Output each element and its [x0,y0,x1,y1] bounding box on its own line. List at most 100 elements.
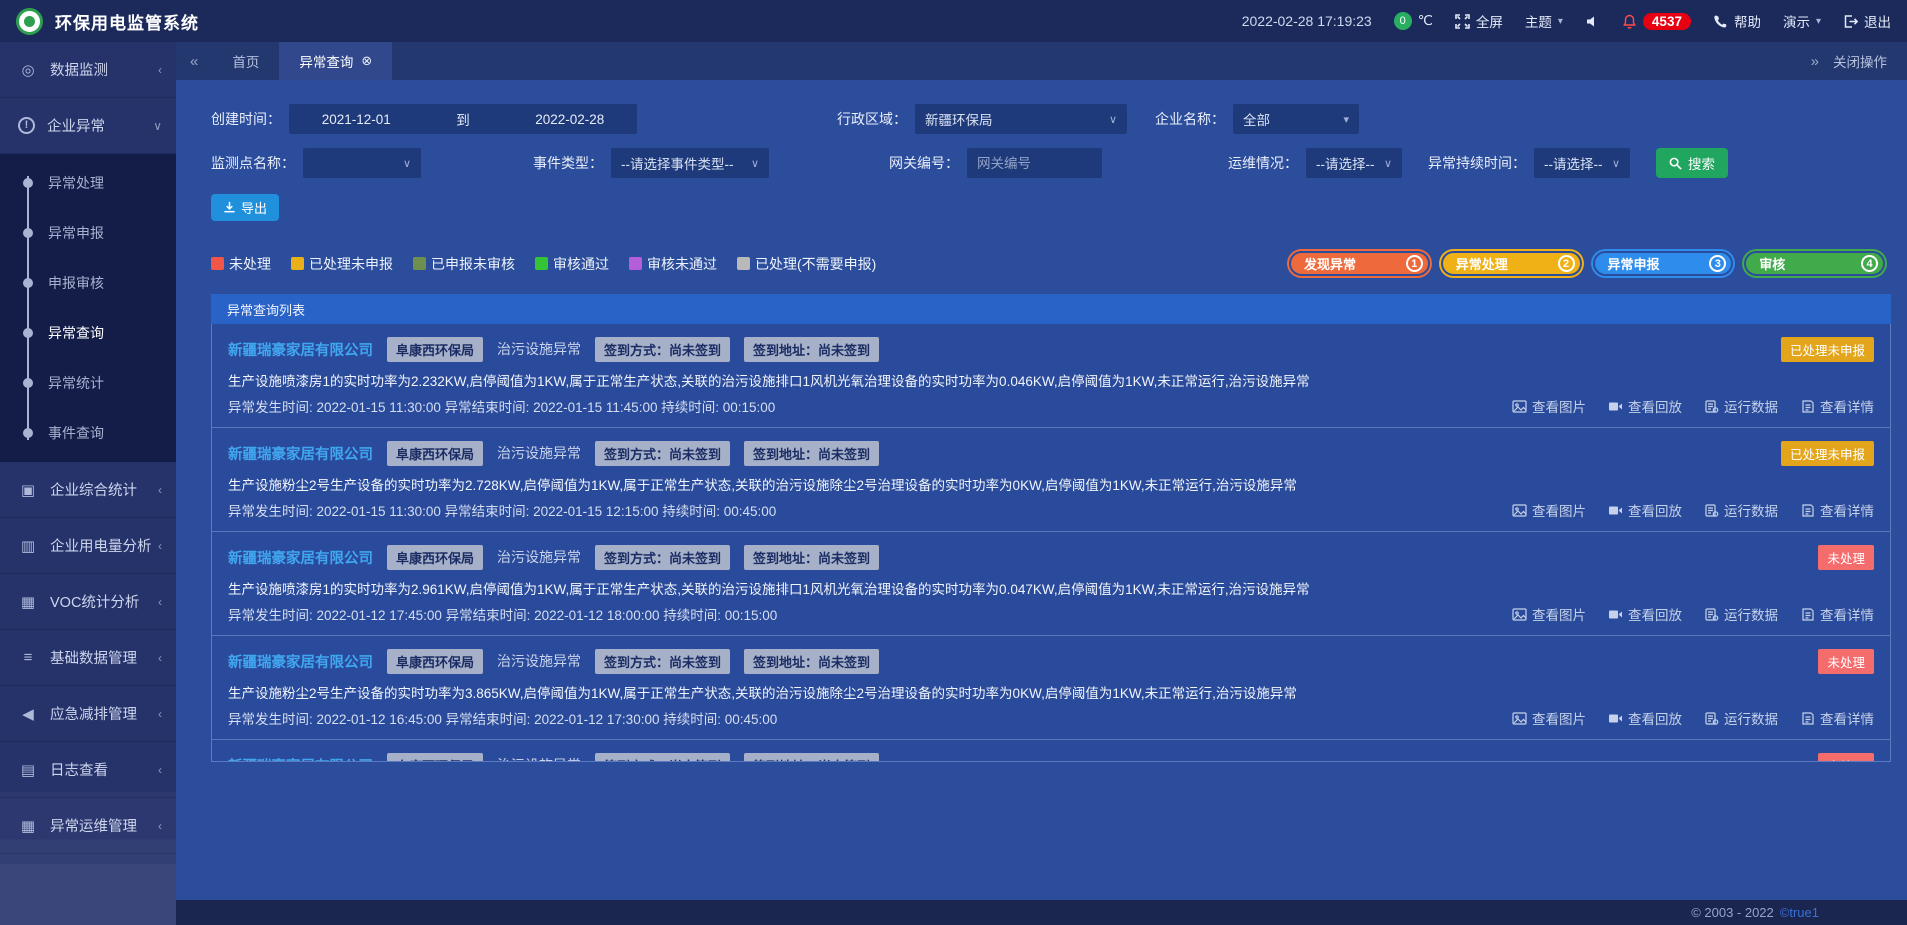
notification-count-badge: 4537 [1643,13,1691,30]
tabs-scroll-left-icon[interactable]: « [176,53,212,70]
temperature: 0 ℃ [1394,12,1433,30]
view-detail-link[interactable]: 查看详情 [1800,604,1874,624]
sidebar-subitem-abnormal-query[interactable]: 异常查询 [0,308,176,358]
chevron-down-icon: ∨ [1612,157,1620,170]
monitor-point-select[interactable]: ∨ [303,148,421,178]
ops-status-select[interactable]: --请选择-- ∨ [1306,148,1402,178]
workflow-step-declare: 异常申报3 [1591,249,1736,278]
sidebar-subitem-abnormal-handle[interactable]: 异常处理 [0,158,176,208]
view-detail-link[interactable]: 查看详情 [1800,500,1874,520]
sign-address-badge: 签到地址：尚未签到 [744,753,879,763]
sidebar-item-emergency[interactable]: ◀ 应急减排管理 ‹ [0,686,176,742]
sidebar: ◎ 数据监测 ‹ ! 企业异常 ∨ 异常处理 异常申报 申报审核 异常查询 异常… [0,42,176,925]
event-type-text: 治污设施异常 [497,651,581,671]
event-type-select[interactable]: --请选择事件类型-- ∨ [611,148,769,178]
view-replay-link[interactable]: 查看回放 [1608,396,1682,416]
workflow-step-number: 4 [1861,255,1878,272]
sidebar-item-logs[interactable]: ▤ 日志查看 ‹ [0,742,176,798]
logout-button[interactable]: 退出 [1843,11,1891,31]
sidebar-subitem-declare-review[interactable]: 申报审核 [0,258,176,308]
run-data-link[interactable]: 运行数据 [1704,604,1778,624]
date-range-picker[interactable]: 2021-12-01 到 2022-02-28 [289,104,637,134]
sidebar-item-abnormal-ops[interactable]: ▦ 异常运维管理 ‹ [0,798,176,854]
legend-item: 审核未通过 [629,254,717,274]
duration-label: 异常持续时间： [1428,153,1526,173]
monitor-point-label: 监测点名称： [211,153,295,173]
ops-status-label: 运维情况： [1228,153,1298,173]
detail-icon [1800,608,1815,621]
sound-button[interactable] [1585,14,1600,29]
date-to-value[interactable]: 2022-02-28 [535,112,604,127]
sidebar-item-voc-stats[interactable]: ▦ VOC统计分析 ‹ [0,574,176,630]
help-button[interactable]: 帮助 [1713,11,1761,31]
date-from-value[interactable]: 2021-12-01 [322,112,391,127]
event-type-value: --请选择事件类型-- [621,153,733,173]
temperature-badge: 0 [1394,12,1412,30]
legend-swatch [535,257,548,270]
video-icon [1608,608,1623,621]
tab-home[interactable]: 首页 [212,42,279,80]
sidebar-subitem-abnormal-declare[interactable]: 异常申报 [0,208,176,258]
sign-address-badge: 签到地址：尚未签到 [744,337,879,362]
demo-menu[interactable]: 演示 ▾ [1783,11,1821,31]
legend-item: 审核通过 [535,254,609,274]
view-replay-link[interactable]: 查看回放 [1608,604,1682,624]
tab-abnormal-query[interactable]: 异常查询 ⊗ [279,42,392,80]
sidebar-subitem-abnormal-stats[interactable]: 异常统计 [0,358,176,408]
view-detail-link[interactable]: 查看详情 [1800,708,1874,728]
date-to-label: 到 [456,109,470,129]
notifications[interactable]: 4537 [1622,13,1691,30]
gauge-icon: ◎ [18,61,38,79]
search-button[interactable]: 搜索 [1656,148,1728,178]
tabs-scroll-right-icon[interactable]: » [1797,53,1833,70]
sidebar-item-company-abnormal[interactable]: ! 企业异常 ∨ [0,98,176,154]
sidebar-item-power-analysis[interactable]: ▥ 企业用电量分析 ‹ [0,518,176,574]
sidebar-item-label: 企业综合统计 [50,479,137,500]
run-data-link[interactable]: 运行数据 [1704,500,1778,520]
export-button[interactable]: 导出 [211,194,279,221]
sign-address-badge: 签到地址：尚未签到 [744,441,879,466]
view-replay-link[interactable]: 查看回放 [1608,500,1682,520]
close-icon[interactable]: ⊗ [361,53,372,69]
sidebar-item-base-data[interactable]: ≡ 基础数据管理 ‹ [0,630,176,686]
run-data-link[interactable]: 运行数据 [1704,396,1778,416]
company-link[interactable]: 新疆瑞豪家居有限公司 [228,547,373,568]
view-image-link[interactable]: 查看图片 [1512,500,1586,520]
workflow-step-label: 异常处理 [1456,254,1508,273]
sidebar-item-data-monitoring[interactable]: ◎ 数据监测 ‹ [0,42,176,98]
close-operations-menu[interactable]: 关闭操作 [1833,51,1887,71]
brand-link[interactable]: ©true1 [1780,905,1819,920]
theme-menu[interactable]: 主题 ▾ [1525,11,1563,31]
gateway-input[interactable] [967,148,1102,178]
bureau-badge: 阜康西环保局 [387,337,483,362]
fullscreen-button[interactable]: 全屏 [1455,11,1503,31]
company-link[interactable]: 新疆瑞豪家居有限公司 [228,339,373,360]
company-link[interactable]: 新疆瑞豪家居有限公司 [228,443,373,464]
sidebar-item-company-stats[interactable]: ▣ 企业综合统计 ‹ [0,462,176,518]
company-link[interactable]: 新疆瑞豪家居有限公司 [228,755,373,763]
region-select[interactable]: 新疆环保局 ∨ [915,104,1127,134]
view-replay-link[interactable]: 查看回放 [1608,708,1682,728]
event-type-text: 治污设施异常 [497,547,581,567]
status-badge: 已处理未申报 [1781,441,1874,466]
ops-status-value: --请选择-- [1316,153,1374,173]
legend-swatch [413,257,426,270]
list-item: 新疆瑞豪家居有限公司 阜康西环保局 治污设施异常 签到方式：尚未签到 签到地址：… [212,739,1890,762]
view-image-link[interactable]: 查看图片 [1512,396,1586,416]
event-type-text: 治污设施异常 [497,339,581,359]
view-image-link[interactable]: 查看图片 [1512,708,1586,728]
status-legend: 未处理 已处理未申报 已申报未审核 审核通过 审核未通过 已处理(不需要申报) [211,254,876,274]
run-data-link[interactable]: 运行数据 [1704,708,1778,728]
tab-label: 首页 [232,51,259,71]
view-image-link[interactable]: 查看图片 [1512,604,1586,624]
company-link[interactable]: 新疆瑞豪家居有限公司 [228,651,373,672]
sign-method-badge: 签到方式：尚未签到 [595,337,730,362]
duration-value: --请选择-- [1544,153,1602,173]
sidebar-subitem-event-query[interactable]: 事件查询 [0,408,176,458]
company-select[interactable]: 全部 ▾ [1233,104,1359,134]
content-area: 创建时间： 2021-12-01 到 2022-02-28 行政区域： 新疆环保… [176,80,1907,925]
view-detail-link[interactable]: 查看详情 [1800,396,1874,416]
duration-select[interactable]: --请选择-- ∨ [1534,148,1630,178]
top-bar: 环保用电监管系统 2022-02-28 17:19:23 0 ℃ 全屏 主题 ▾… [0,0,1907,42]
status-badge: 未处理 [1818,545,1874,570]
